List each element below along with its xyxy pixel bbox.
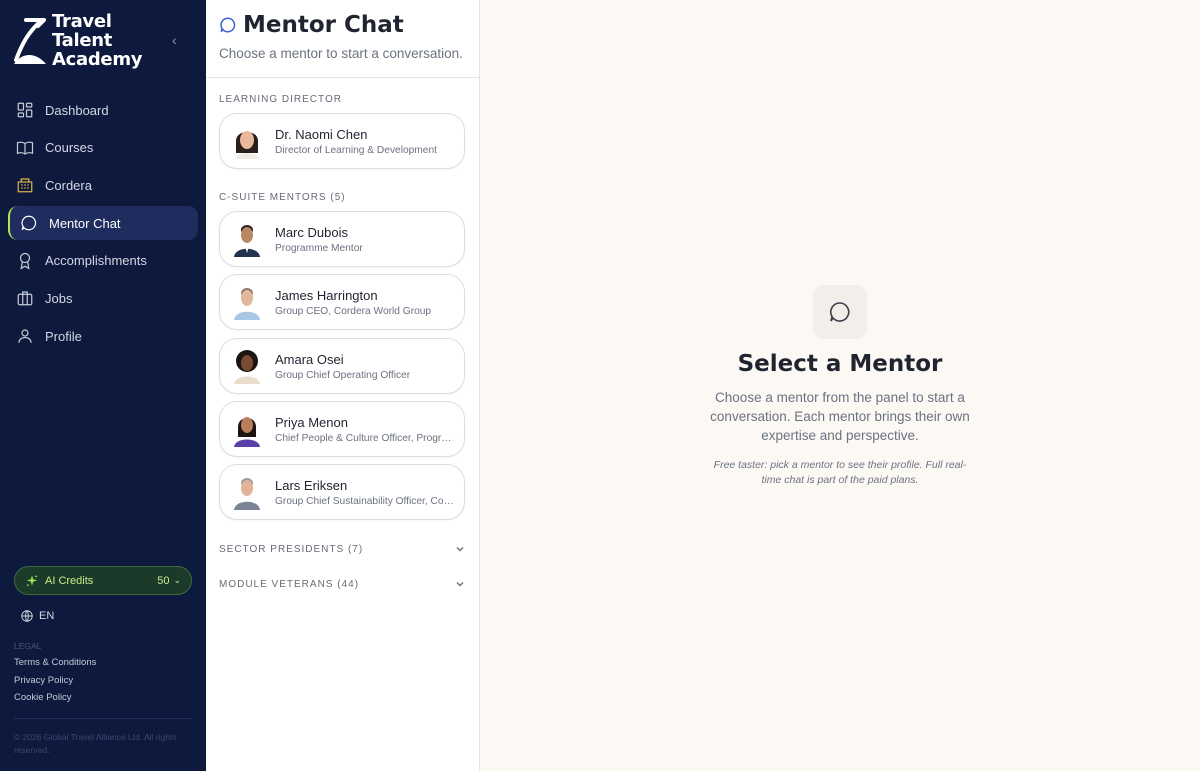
mentor-card-amara-osei[interactable]: Amara Osei Group Chief Operating Officer [219, 338, 465, 394]
ai-credits-button[interactable]: AI Credits 50 ⌄ [14, 566, 192, 595]
nav-item-profile[interactable]: Profile [8, 319, 198, 353]
nav-label: Courses [45, 140, 94, 156]
mentor-card-lars-eriksen[interactable]: Lars Eriksen Group Chief Sustainability … [219, 464, 465, 520]
briefcase-icon [17, 291, 33, 306]
ai-credits-value: 50 [157, 574, 170, 587]
panel-header: Mentor Chat Choose a mentor to start a c… [206, 0, 480, 78]
language-selector[interactable]: EN [20, 609, 54, 623]
book-icon [16, 141, 34, 155]
sidebar: Travel Talent Academy ‹ Dashboard Course… [0, 0, 206, 771]
nav-item-courses[interactable]: Courses [8, 131, 198, 165]
chat-icon [220, 17, 236, 33]
section-learning-director: LEARNING DIRECTOR [219, 94, 342, 105]
page-title: Mentor Chat [219, 12, 404, 38]
section-csuite-mentors: C-SUITE MENTORS (5) [219, 192, 346, 203]
chevron-down-icon [456, 581, 464, 587]
privacy-link[interactable]: Privacy Policy [14, 675, 96, 686]
mentor-role: Group CEO, Cordera World Group [275, 305, 432, 317]
nav-item-cordera[interactable]: Cordera [8, 168, 198, 202]
mentor-name: James Harrington [275, 287, 378, 303]
copyright-text: © 2026 Global Travel Alliance Ltd. All r… [14, 732, 177, 755]
empty-state-description: Choose a mentor from the panel to start … [710, 390, 970, 443]
chevron-down-icon [456, 546, 464, 552]
nav-item-dashboard[interactable]: Dashboard [8, 93, 198, 127]
brand-name: Travel Talent Academy [52, 11, 143, 70]
globe-icon [21, 610, 33, 622]
mentor-role: Group Chief Sustainability Officer, Cord… [275, 495, 455, 507]
free-taster-note: Free taster: pick a mentor to see their … [713, 459, 967, 486]
empty-state-title: Select a Mentor [737, 351, 943, 377]
mentor-card-james-harrington[interactable]: James Harrington Group CEO, Cordera Worl… [219, 274, 465, 330]
mentor-card-priya-menon[interactable]: Priya Menon Chief People & Culture Offic… [219, 401, 465, 457]
legal-links: LEGAL Terms & Conditions Privacy Policy … [14, 641, 96, 710]
nav-item-jobs[interactable]: Jobs [8, 281, 198, 315]
mentor-role: Group Chief Operating Officer [275, 369, 411, 381]
section-module-veterans[interactable]: MODULE VETERANS (44) [219, 576, 465, 592]
user-icon [18, 329, 32, 343]
nav-label: Jobs [45, 290, 73, 306]
mentor-name: Marc Dubois [275, 224, 348, 240]
mentor-name: Dr. Naomi Chen [275, 126, 368, 142]
nav-label: Mentor Chat [49, 215, 121, 231]
mentor-name: Lars Eriksen [275, 477, 348, 493]
avatar [234, 350, 260, 384]
section-label: MODULE VETERANS (44) [219, 578, 360, 590]
award-icon [19, 252, 31, 270]
nav-item-accomplishments[interactable]: Accomplishments [8, 244, 198, 278]
mentor-role: Director of Learning & Development [275, 144, 437, 156]
language-code: EN [39, 610, 55, 622]
mentor-name: Amara Osei [275, 351, 344, 367]
mentor-card-naomi-chen[interactable]: Dr. Naomi Chen Director of Learning & De… [219, 113, 465, 169]
brand-logo[interactable]: Travel Talent Academy [12, 11, 143, 70]
ai-credits-label: AI Credits [45, 574, 94, 587]
chat-icon [829, 302, 850, 322]
chat-icon [21, 215, 37, 231]
nav-item-mentor-chat[interactable]: Mentor Chat [8, 206, 198, 241]
mentor-panel: Mentor Chat Choose a mentor to start a c… [206, 0, 480, 771]
section-label: SECTOR PRESIDENTS (7) [219, 543, 364, 555]
nav-label: Cordera [45, 177, 92, 193]
cookie-link[interactable]: Cookie Policy [14, 692, 96, 703]
chat-area: Select a Mentor Choose a mentor from the… [480, 0, 1200, 771]
avatar [235, 131, 259, 159]
collapse-sidebar-icon[interactable]: ‹ [172, 32, 177, 48]
avatar [234, 288, 260, 320]
nav-label: Dashboard [45, 102, 109, 118]
nav-label: Profile [45, 328, 82, 344]
building-icon [17, 178, 33, 193]
page-subtitle: Choose a mentor to start a conversation. [219, 46, 463, 61]
avatar [234, 225, 260, 257]
mentor-name: Priya Menon [275, 414, 348, 430]
avatar [234, 478, 260, 510]
mentor-role: Chief People & Culture Officer, Programm… [275, 432, 455, 444]
legal-title: LEGAL [14, 641, 42, 651]
dashboard-icon [17, 102, 33, 118]
mentor-role: Programme Mentor [275, 242, 363, 254]
empty-state-icon [813, 285, 867, 339]
sparkle-icon [26, 574, 38, 586]
avatar [234, 417, 260, 447]
logo-mark-icon [14, 18, 46, 64]
section-sector-presidents[interactable]: SECTOR PRESIDENTS (7) [219, 541, 465, 557]
main-nav: Dashboard Courses Cordera Mentor Chat Ac… [0, 93, 206, 357]
sidebar-divider [14, 718, 192, 719]
mentor-card-marc-dubois[interactable]: Marc Dubois Programme Mentor [219, 211, 465, 267]
chevron-down-icon: ⌄ [173, 575, 181, 585]
terms-link[interactable]: Terms & Conditions [14, 657, 96, 668]
nav-label: Accomplishments [45, 253, 147, 269]
